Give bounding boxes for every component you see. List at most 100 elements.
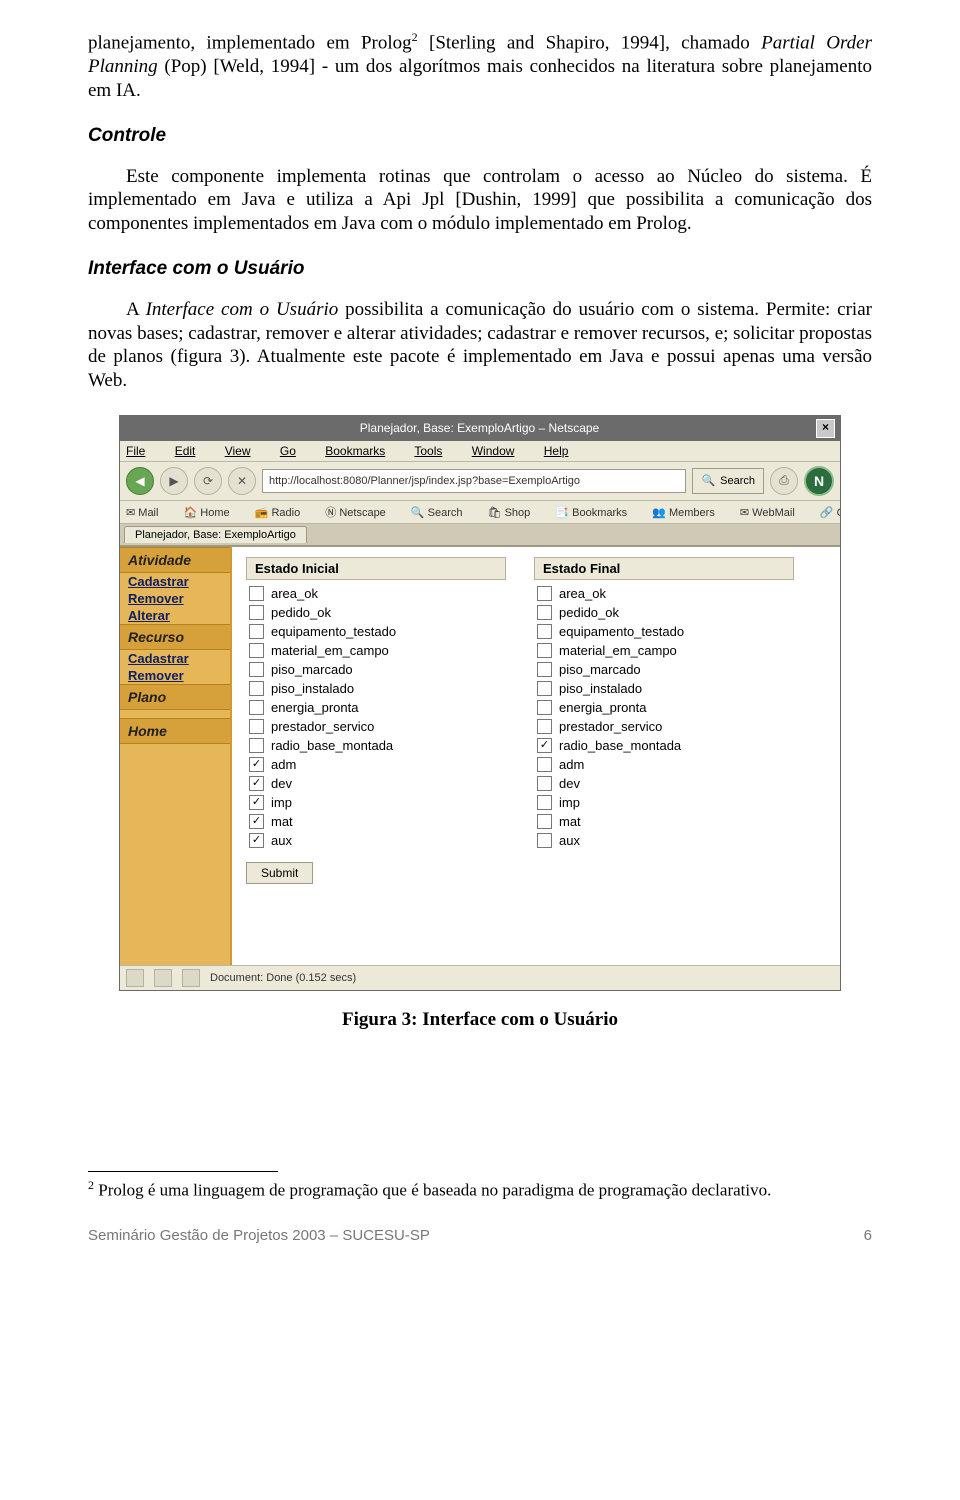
option-row: energia_pronta xyxy=(534,698,794,717)
address-bar[interactable]: http://localhost:8080/Planner/jsp/index.… xyxy=(262,469,686,493)
option-label: piso_instalado xyxy=(559,681,642,696)
option-row: radio_base_montada xyxy=(246,736,506,755)
menu-view[interactable]: View xyxy=(225,444,264,458)
menu-file[interactable]: File xyxy=(126,444,158,458)
bm-members[interactable]: 👥 Members xyxy=(652,507,726,519)
checkbox-mat[interactable] xyxy=(249,814,264,829)
option-label: pedido_ok xyxy=(271,605,331,620)
checkbox-imp[interactable] xyxy=(537,795,552,810)
footnote-2-text: Prolog é uma linguagem de programação qu… xyxy=(94,1180,771,1199)
checkbox-dev[interactable] xyxy=(249,776,264,791)
option-label: piso_instalado xyxy=(271,681,354,696)
option-label: dev xyxy=(271,776,292,791)
sidebar-link-atividade-alterar[interactable]: Alterar xyxy=(120,607,230,624)
option-label: energia_pronta xyxy=(559,700,646,715)
menu-bookmarks[interactable]: Bookmarks xyxy=(325,444,398,458)
checkbox-energia_pronta[interactable] xyxy=(537,700,552,715)
sidebar: Atividade Cadastrar Remover Alterar Recu… xyxy=(120,547,232,965)
bm-connections[interactable]: 🔗 Connections xyxy=(820,507,840,519)
checkbox-pedido_ok[interactable] xyxy=(537,605,552,620)
menu-go[interactable]: Go xyxy=(280,444,309,458)
option-label: piso_marcado xyxy=(271,662,353,677)
status-icon-3[interactable] xyxy=(182,969,200,987)
option-row: dev xyxy=(534,774,794,793)
checkbox-energia_pronta[interactable] xyxy=(249,700,264,715)
option-row: piso_marcado xyxy=(534,660,794,679)
checkbox-imp[interactable] xyxy=(249,795,264,810)
sidebar-link-atividade-cadastrar[interactable]: Cadastrar xyxy=(120,573,230,590)
option-label: area_ok xyxy=(559,586,606,601)
sidebar-link-home[interactable]: Home xyxy=(120,718,230,744)
p1-a: planejamento, implementado em Prolog xyxy=(88,32,412,53)
reload-icon[interactable]: ⟳ xyxy=(194,467,222,495)
bm-bookmarks[interactable]: 📑 Bookmarks xyxy=(555,507,638,519)
window-titlebar: Planejador, Base: ExemploArtigo – Netsca… xyxy=(120,416,840,441)
option-label: energia_pronta xyxy=(271,700,358,715)
option-label: aux xyxy=(559,833,580,848)
paragraph-1: planejamento, implementado em Prolog2 [S… xyxy=(88,30,872,103)
checkbox-piso_instalado[interactable] xyxy=(537,681,552,696)
checkbox-piso_instalado[interactable] xyxy=(249,681,264,696)
checkbox-equipamento_testado[interactable] xyxy=(249,624,264,639)
bm-mail[interactable]: ✉ Mail xyxy=(126,507,169,519)
menu-edit[interactable]: Edit xyxy=(175,444,209,458)
bm-netscape[interactable]: Ⓝ Netscape xyxy=(325,507,397,519)
option-label: adm xyxy=(559,757,584,772)
back-icon[interactable]: ◀ xyxy=(126,467,154,495)
p3-b: Interface com o Usuário xyxy=(146,299,339,320)
search-button[interactable]: 🔍 Search xyxy=(692,468,764,494)
checkbox-adm[interactable] xyxy=(537,757,552,772)
checkbox-radio_base_montada[interactable] xyxy=(537,738,552,753)
print-icon[interactable]: ⎙ xyxy=(770,467,798,495)
personal-toolbar: ✉ Mail 🏠 Home 📻 Radio Ⓝ Netscape 🔍 Searc… xyxy=(120,501,840,524)
forward-icon[interactable]: ▶ xyxy=(160,467,188,495)
option-label: radio_base_montada xyxy=(559,738,681,753)
checkbox-aux[interactable] xyxy=(249,833,264,848)
checkbox-material_em_campo[interactable] xyxy=(249,643,264,658)
paragraph-3: A Interface com o Usuário possibilita a … xyxy=(88,298,872,393)
checkbox-area_ok[interactable] xyxy=(537,586,552,601)
close-icon[interactable]: × xyxy=(816,419,835,438)
checkbox-adm[interactable] xyxy=(249,757,264,772)
checkbox-prestador_servico[interactable] xyxy=(249,719,264,734)
sidebar-link-recurso-remover[interactable]: Remover xyxy=(120,667,230,684)
sidebar-link-recurso-cadastrar[interactable]: Cadastrar xyxy=(120,650,230,667)
checkbox-prestador_servico[interactable] xyxy=(537,719,552,734)
checkbox-piso_marcado[interactable] xyxy=(537,662,552,677)
checkbox-mat[interactable] xyxy=(537,814,552,829)
col2-title: Estado Final xyxy=(534,557,794,580)
url-text: http://localhost:8080/Planner/jsp/index.… xyxy=(269,475,580,487)
menu-help[interactable]: Help xyxy=(544,444,582,458)
checkbox-pedido_ok[interactable] xyxy=(249,605,264,620)
window-title: Planejador, Base: ExemploArtigo – Netsca… xyxy=(360,421,599,435)
option-row: area_ok xyxy=(534,584,794,603)
heading-interface: Interface com o Usuário xyxy=(88,258,872,280)
stop-icon[interactable]: ✕ xyxy=(228,467,256,495)
checkbox-material_em_campo[interactable] xyxy=(537,643,552,658)
checkbox-aux[interactable] xyxy=(537,833,552,848)
bm-home[interactable]: 🏠 Home xyxy=(184,507,241,519)
option-row: prestador_servico xyxy=(246,717,506,736)
menu-tools[interactable]: Tools xyxy=(414,444,455,458)
checkbox-piso_marcado[interactable] xyxy=(249,662,264,677)
figure-3-caption: Figura 3: Interface com o Usuário xyxy=(88,1009,872,1031)
menu-window[interactable]: Window xyxy=(472,444,528,458)
bm-search[interactable]: 🔍 Search xyxy=(411,507,474,519)
checkbox-equipamento_testado[interactable] xyxy=(537,624,552,639)
checkbox-dev[interactable] xyxy=(537,776,552,791)
status-icon-1[interactable] xyxy=(126,969,144,987)
bm-radio[interactable]: 📻 Radio xyxy=(255,507,312,519)
submit-button[interactable]: Submit xyxy=(246,862,313,884)
option-row: dev xyxy=(246,774,506,793)
option-row: radio_base_montada xyxy=(534,736,794,755)
bm-shop[interactable]: 🛍 Shop xyxy=(488,507,542,519)
option-label: pedido_ok xyxy=(559,605,619,620)
status-icon-2[interactable] xyxy=(154,969,172,987)
bm-webmail[interactable]: ✉ WebMail xyxy=(740,507,806,519)
footer-left: Seminário Gestão de Projetos 2003 – SUCE… xyxy=(88,1227,430,1244)
browser-tab[interactable]: Planejador, Base: ExemploArtigo xyxy=(124,526,307,543)
sidebar-section-plano[interactable]: Plano xyxy=(120,684,230,710)
sidebar-link-atividade-remover[interactable]: Remover xyxy=(120,590,230,607)
checkbox-radio_base_montada[interactable] xyxy=(249,738,264,753)
checkbox-area_ok[interactable] xyxy=(249,586,264,601)
